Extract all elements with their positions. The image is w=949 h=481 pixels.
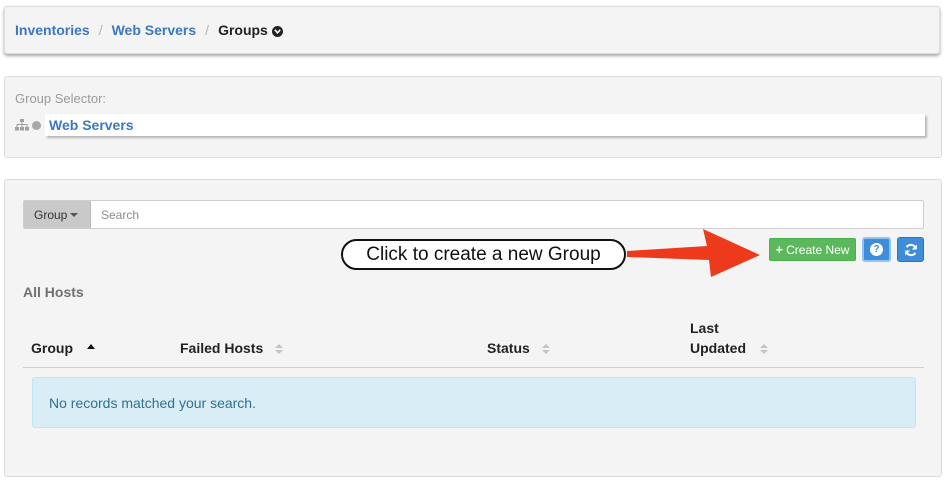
column-header-label: Last Updated xyxy=(690,320,746,356)
breadcrumb-web-servers[interactable]: Web Servers xyxy=(112,22,197,38)
table-header: Group Failed Hosts Status Last Updated xyxy=(23,320,924,368)
sort-icon xyxy=(541,344,550,354)
column-header-status[interactable]: Status xyxy=(487,338,550,358)
refresh-button[interactable] xyxy=(897,237,924,262)
breadcrumb-panel: Inventories / Web Servers / Groups xyxy=(4,6,940,54)
group-selector-panel: Group Selector: Web Servers xyxy=(4,76,942,158)
sitemap-icon xyxy=(15,119,29,131)
group-selector-label: Group Selector: xyxy=(15,91,107,106)
plus-icon: + xyxy=(775,242,784,257)
question-circle-icon: ? xyxy=(870,243,883,256)
sort-icon xyxy=(760,344,768,354)
breadcrumb-separator: / xyxy=(98,22,103,38)
breadcrumb: Inventories / Web Servers / Groups xyxy=(15,22,283,38)
breadcrumb-groups[interactable]: Groups xyxy=(218,22,268,38)
empty-results-message: No records matched your search. xyxy=(32,377,916,428)
search-field-label: Group xyxy=(34,207,68,222)
caret-down-icon xyxy=(70,213,79,217)
search-field-dropdown[interactable]: Group xyxy=(24,201,91,228)
hosts-panel: Group Click to create a new Group + Crea… xyxy=(4,179,942,477)
annotation-callout: Click to create a new Group xyxy=(341,239,626,270)
annotation-arrow xyxy=(627,229,760,277)
help-button[interactable]: ? xyxy=(862,237,891,262)
breadcrumb-separator: / xyxy=(205,22,210,38)
create-new-label: Create New xyxy=(786,242,850,257)
column-header-label: Group xyxy=(31,340,73,356)
sort-ascending-icon xyxy=(87,344,95,349)
breadcrumb-inventories[interactable]: Inventories xyxy=(15,22,90,38)
search-bar: Group xyxy=(23,200,924,229)
section-title: All Hosts xyxy=(23,284,84,300)
group-tree-row: Web Servers xyxy=(15,114,925,136)
refresh-icon xyxy=(904,243,917,256)
group-node-web-servers[interactable]: Web Servers xyxy=(45,114,925,136)
search-input[interactable] xyxy=(91,201,923,228)
column-header-label: Status xyxy=(487,340,530,356)
create-new-button[interactable]: + Create New xyxy=(769,238,856,261)
column-header-group[interactable]: Group xyxy=(31,338,95,358)
column-header-label: Failed Hosts xyxy=(180,340,264,356)
chevron-down-circle-icon[interactable] xyxy=(271,25,283,37)
circle-icon xyxy=(32,120,41,130)
column-header-failed-hosts[interactable]: Failed Hosts xyxy=(180,338,284,358)
column-header-last-updated[interactable]: Last Updated xyxy=(690,318,768,358)
sort-icon xyxy=(275,344,284,354)
